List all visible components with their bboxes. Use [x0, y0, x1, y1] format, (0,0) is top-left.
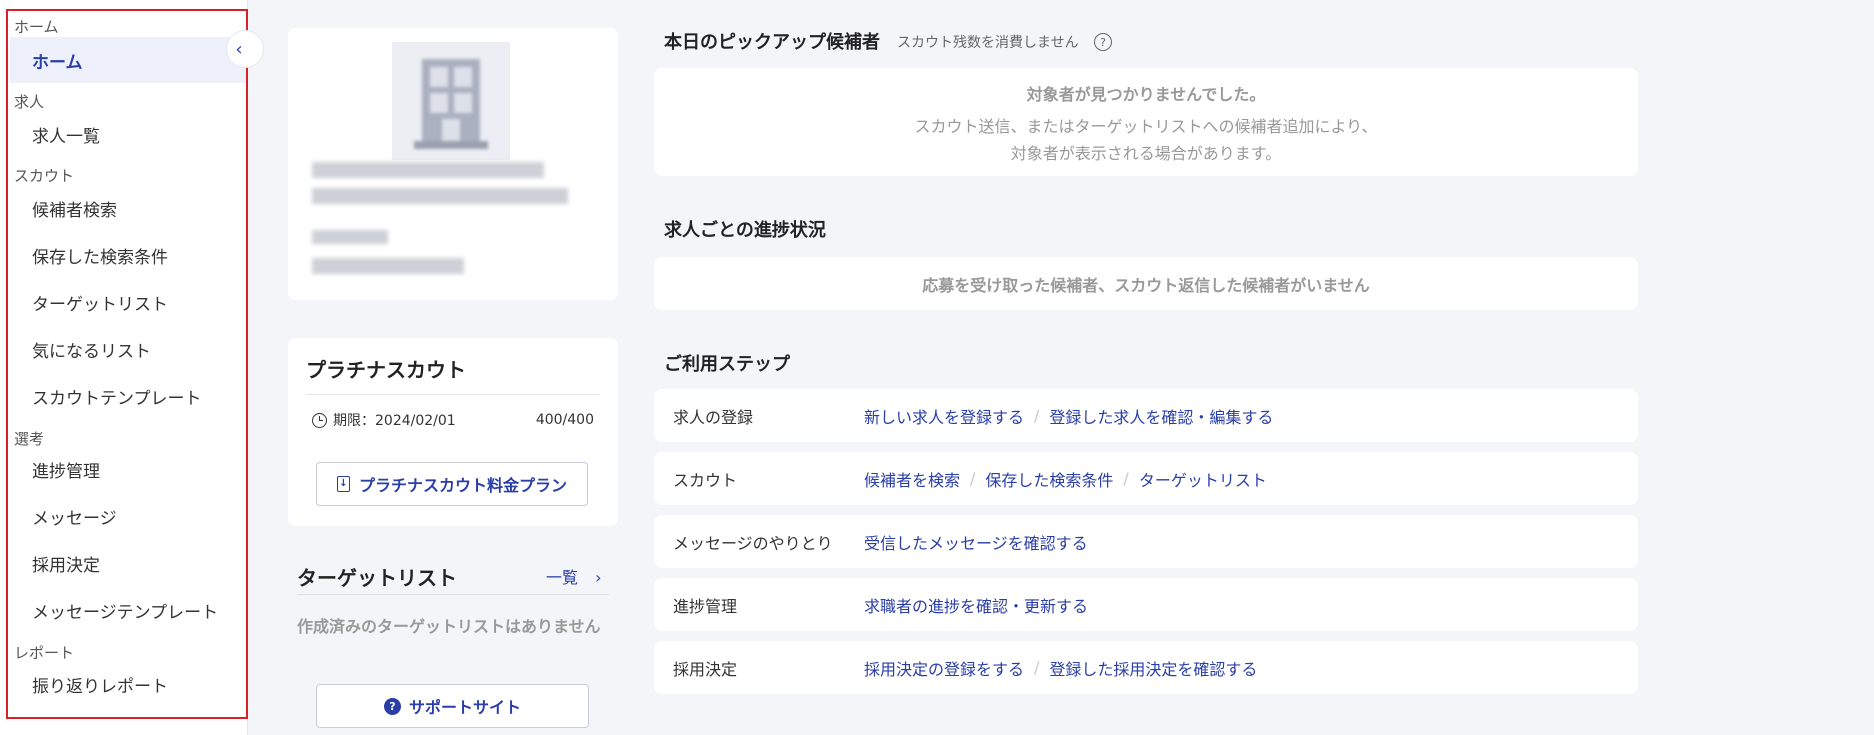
- sidebar-item-watch-list[interactable]: 気になるリスト: [10, 326, 246, 372]
- question-circle-icon[interactable]: ?: [1094, 33, 1112, 51]
- sidebar-item-target-list[interactable]: ターゲットリスト: [10, 279, 246, 325]
- blurred-contact-label: [312, 230, 388, 244]
- blurred-company-address: [312, 188, 568, 204]
- separator: /: [970, 469, 976, 488]
- platinum-expiry: 期限：2024/02/01: [312, 400, 456, 440]
- company-logo: [392, 42, 510, 160]
- sidebar-item-scout-template[interactable]: スカウトテンプレート: [10, 373, 246, 419]
- step-label: スカウト: [673, 470, 738, 490]
- link-register-new-job[interactable]: 新しい求人を登録する: [864, 404, 1024, 428]
- chevron-right-icon: ›: [595, 568, 602, 587]
- platinum-expiry-text: 期限：2024/02/01: [333, 413, 456, 429]
- sidebar-item-message-template[interactable]: メッセージテンプレート: [10, 587, 246, 633]
- building-icon: [414, 59, 488, 149]
- platinum-plan-button[interactable]: ↓ プラチナスカウト料金プラン: [316, 462, 588, 506]
- company-card: [288, 28, 618, 300]
- support-site-label: サポートサイト: [408, 698, 521, 717]
- sidebar: ホーム ホーム 求人 求人一覧 スカウト 候補者検索 保存した検索条件 ターゲッ…: [0, 0, 248, 735]
- platinum-scout-card: プラチナスカウト 期限：2024/02/01 400/400 ↓ プラチナスカウ…: [288, 338, 618, 526]
- sidebar-item-saved-searches[interactable]: 保存した検索条件: [10, 232, 246, 278]
- step-row-messages: メッセージのやりとり 受信したメッセージを確認する: [654, 515, 1638, 568]
- progress-empty-message: 応募を受け取った候補者、スカウト返信した候補者がいません: [922, 275, 1370, 295]
- sidebar-item-review-report[interactable]: 振り返りレポート: [10, 661, 246, 707]
- blurred-phone-number: [312, 258, 464, 274]
- steps-title: ご利用ステップ: [664, 354, 790, 375]
- link-check-messages[interactable]: 受信したメッセージを確認する: [864, 530, 1088, 554]
- link-edit-registered-jobs[interactable]: 登録した求人を確認・編集する: [1049, 404, 1273, 428]
- pickup-title: 本日のピックアップ候補者: [664, 32, 880, 53]
- sidebar-item-home[interactable]: ホーム: [10, 37, 246, 83]
- link-saved-searches[interactable]: 保存した検索条件: [985, 467, 1113, 491]
- target-list-view-all-link[interactable]: 一覧 ›: [546, 564, 602, 588]
- separator: /: [1034, 658, 1040, 677]
- link-update-progress[interactable]: 求職者の進捗を確認・更新する: [864, 593, 1088, 617]
- step-label: 求人の登録: [673, 407, 754, 427]
- step-row-scout: スカウト 候補者を検索 / 保存した検索条件 / ターゲットリスト: [654, 452, 1638, 505]
- platinum-plan-button-label: プラチナスカウト料金プラン: [358, 476, 567, 495]
- platinum-remaining-count: 400/400: [535, 412, 594, 428]
- sidebar-item-candidate-search[interactable]: 候補者検索: [10, 185, 246, 231]
- divider: [306, 394, 600, 395]
- pickup-empty-title: 対象者が見つかりませんでした。: [1026, 85, 1266, 104]
- divider: [297, 594, 609, 595]
- link-register-hire[interactable]: 採用決定の登録をする: [864, 656, 1024, 680]
- sidebar-item-hiring[interactable]: 採用決定: [10, 540, 246, 586]
- nav-section-jobs: 求人: [14, 93, 45, 111]
- target-list-link-label: 一覧: [546, 568, 579, 587]
- sidebar-item-progress[interactable]: 進捗管理: [10, 446, 246, 492]
- progress-title: 求人ごとの進捗状況: [664, 220, 826, 241]
- link-search-candidates[interactable]: 候補者を検索: [864, 467, 960, 491]
- pickup-subtitle: スカウト残数を消費しません: [897, 35, 1079, 51]
- nav-section-scout: スカウト: [14, 167, 75, 185]
- progress-empty-card: 応募を受け取った候補者、スカウト返信した候補者がいません: [654, 257, 1638, 310]
- separator: /: [1034, 406, 1040, 425]
- step-label: メッセージのやりとり: [673, 533, 833, 553]
- pickup-empty-description: スカウト送信、またはターゲットリストへの候補者追加により、 対象者が表示される場…: [654, 113, 1638, 167]
- step-label: 進捗管理: [673, 596, 738, 616]
- nav-section-report: レポート: [14, 644, 75, 662]
- pickup-empty-line-1: スカウト送信、またはターゲットリストへの候補者追加により、: [914, 117, 1378, 136]
- chevron-left-icon: ‹: [235, 38, 243, 60]
- link-target-list[interactable]: ターゲットリスト: [1139, 467, 1267, 491]
- sidebar-item-job-list[interactable]: 求人一覧: [10, 111, 246, 157]
- clock-icon: [312, 412, 327, 428]
- step-row-hiring: 採用決定 採用決定の登録をする / 登録した採用決定を確認する: [654, 641, 1638, 694]
- target-list-title: ターゲットリスト: [297, 566, 457, 590]
- platinum-scout-title: プラチナスカウト: [306, 358, 466, 382]
- sidebar-collapse-button[interactable]: ‹: [226, 30, 264, 68]
- help-icon: ?: [383, 697, 401, 715]
- step-row-job-registration: 求人の登録 新しい求人を登録する / 登録した求人を確認・編集する: [654, 389, 1638, 442]
- download-document-icon: ↓: [336, 476, 350, 492]
- pickup-empty-card: 対象者が見つかりませんでした。 スカウト送信、またはターゲットリストへの候補者追…: [654, 68, 1638, 176]
- separator: /: [1123, 469, 1129, 488]
- nav-section-home: ホーム: [14, 18, 59, 36]
- sidebar-item-messages[interactable]: メッセージ: [10, 493, 246, 539]
- step-label: 採用決定: [673, 659, 738, 679]
- step-row-progress: 進捗管理 求職者の進捗を確認・更新する: [654, 578, 1638, 631]
- target-list-empty-message: 作成済みのターゲットリストはありません: [297, 617, 601, 636]
- pickup-empty-line-2: 対象者が表示される場合があります。: [1010, 144, 1282, 163]
- support-site-button[interactable]: ? サポートサイト: [316, 684, 589, 728]
- link-check-hires[interactable]: 登録した採用決定を確認する: [1049, 656, 1257, 680]
- blurred-company-name: [312, 162, 544, 178]
